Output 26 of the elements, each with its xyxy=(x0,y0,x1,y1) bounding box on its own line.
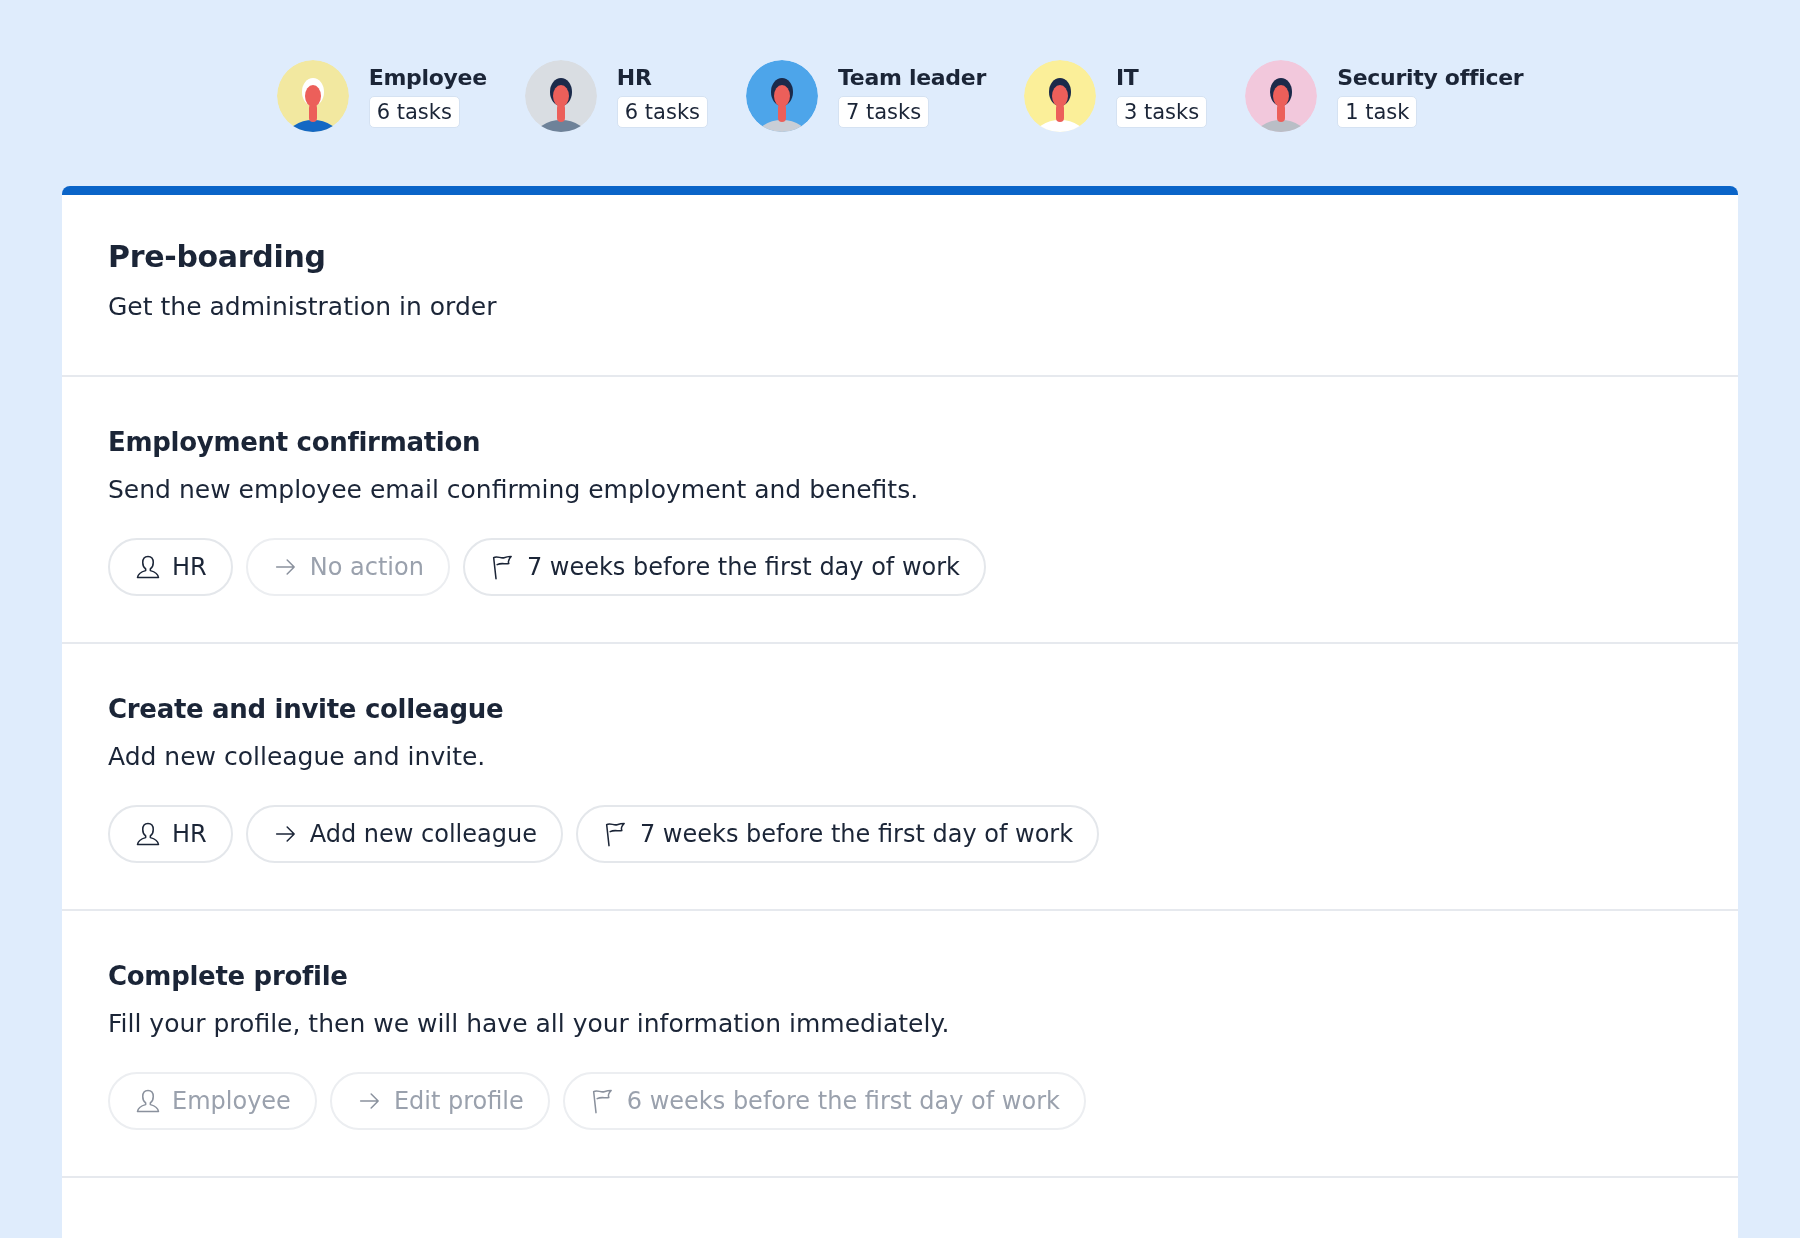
phase-title: Pre-boarding xyxy=(108,239,327,274)
task-count-badge: 7 tasks xyxy=(838,95,930,128)
task-description: Fill your profile, then we will have all your information immediately. xyxy=(108,1009,951,1038)
action-chip[interactable]: Add new colleague xyxy=(245,805,563,863)
task-count-badge: 6 tasks xyxy=(616,95,708,128)
task-count-badge: 3 tasks xyxy=(1115,95,1208,128)
phase-description: Get the administration in order xyxy=(108,292,498,321)
task-count-badge: 1 task xyxy=(1337,95,1418,128)
deadline-chip[interactable]: 7 weeks before the first day of work xyxy=(575,805,1100,863)
assignee-name: Security officer xyxy=(1337,64,1524,90)
task-title: Create and invite colleague xyxy=(108,694,505,724)
person-icon xyxy=(134,1087,162,1115)
task-description: Send new employee email confirming employment and benefits. xyxy=(108,475,920,504)
deadline-chip[interactable]: 7 weeks before the first day of work xyxy=(462,538,986,596)
task-count-badge: 6 tasks xyxy=(368,95,460,128)
person-icon xyxy=(134,553,162,581)
assignee-name: Team leader xyxy=(838,64,986,90)
assignee-chip[interactable]: HR xyxy=(108,538,233,596)
task-title: Complete profile xyxy=(108,961,349,991)
task-description: Add new colleague and invite. xyxy=(108,742,487,771)
assignee-name: IT xyxy=(1115,64,1139,90)
assignee-name: Employee xyxy=(368,64,487,90)
assignee-name: HR xyxy=(616,64,652,90)
assignee-chip[interactable]: HR xyxy=(108,805,233,863)
task-title: Employment confirmation xyxy=(108,427,482,457)
person-icon xyxy=(134,820,162,848)
